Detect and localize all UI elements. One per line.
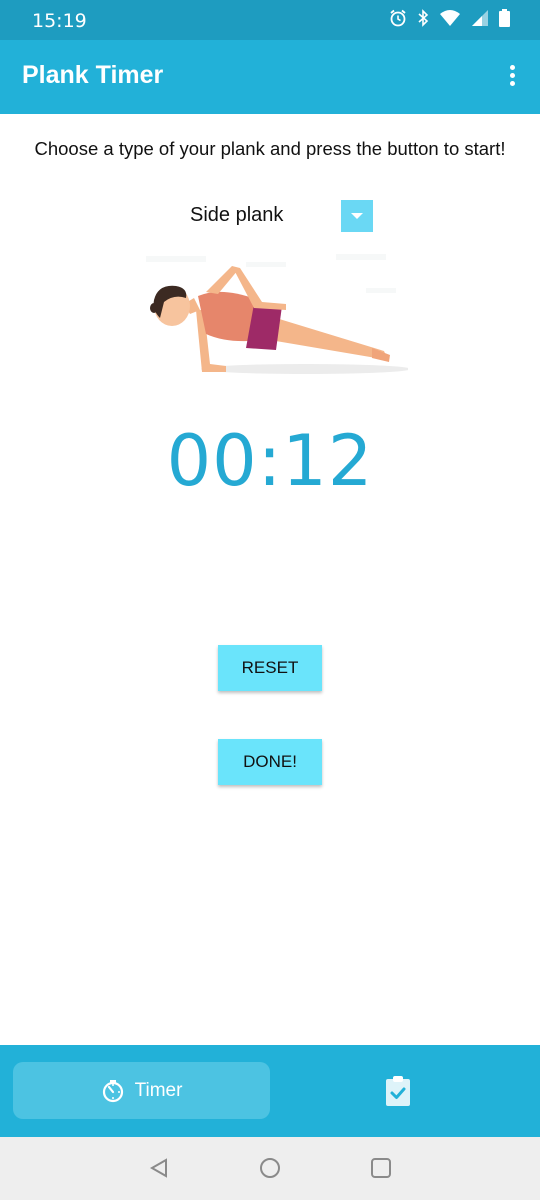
nav-item-timer-label: Timer <box>134 1079 183 1101</box>
status-time: 15:19 <box>32 10 87 32</box>
back-icon[interactable] <box>148 1157 170 1179</box>
timer-icon <box>102 1079 123 1102</box>
bottom-navigation: Timer <box>0 1045 540 1137</box>
nav-item-history[interactable] <box>384 1075 412 1107</box>
clipboard-check-icon <box>386 1076 410 1106</box>
timer-display: 00:12 <box>166 420 374 502</box>
plank-type-selected: Side plank <box>190 204 284 226</box>
alarm-icon <box>390 9 406 27</box>
signal-icon <box>472 10 488 26</box>
app-title: Plank Timer <box>22 61 164 89</box>
side-plank-illustration <box>136 248 408 388</box>
more-vert-icon[interactable] <box>502 62 522 92</box>
battery-icon <box>499 9 510 27</box>
home-icon[interactable] <box>259 1157 281 1179</box>
plank-type-dropdown[interactable]: Side plank <box>190 200 376 234</box>
wifi-icon <box>440 10 460 26</box>
system-navigation-bar <box>0 1137 540 1200</box>
status-bar: 15:19 <box>0 0 540 40</box>
nav-item-timer[interactable]: Timer <box>13 1062 270 1119</box>
done-button[interactable]: DONE! <box>218 739 322 785</box>
dropdown-arrow-icon[interactable] <box>341 200 373 232</box>
app-bar: Plank Timer <box>0 40 540 114</box>
instruction-text: Choose a type of your plank and press th… <box>34 138 506 159</box>
recent-apps-icon[interactable] <box>370 1157 392 1179</box>
bluetooth-icon <box>418 9 429 27</box>
status-icons <box>389 9 510 27</box>
reset-button[interactable]: RESET <box>218 645 322 691</box>
